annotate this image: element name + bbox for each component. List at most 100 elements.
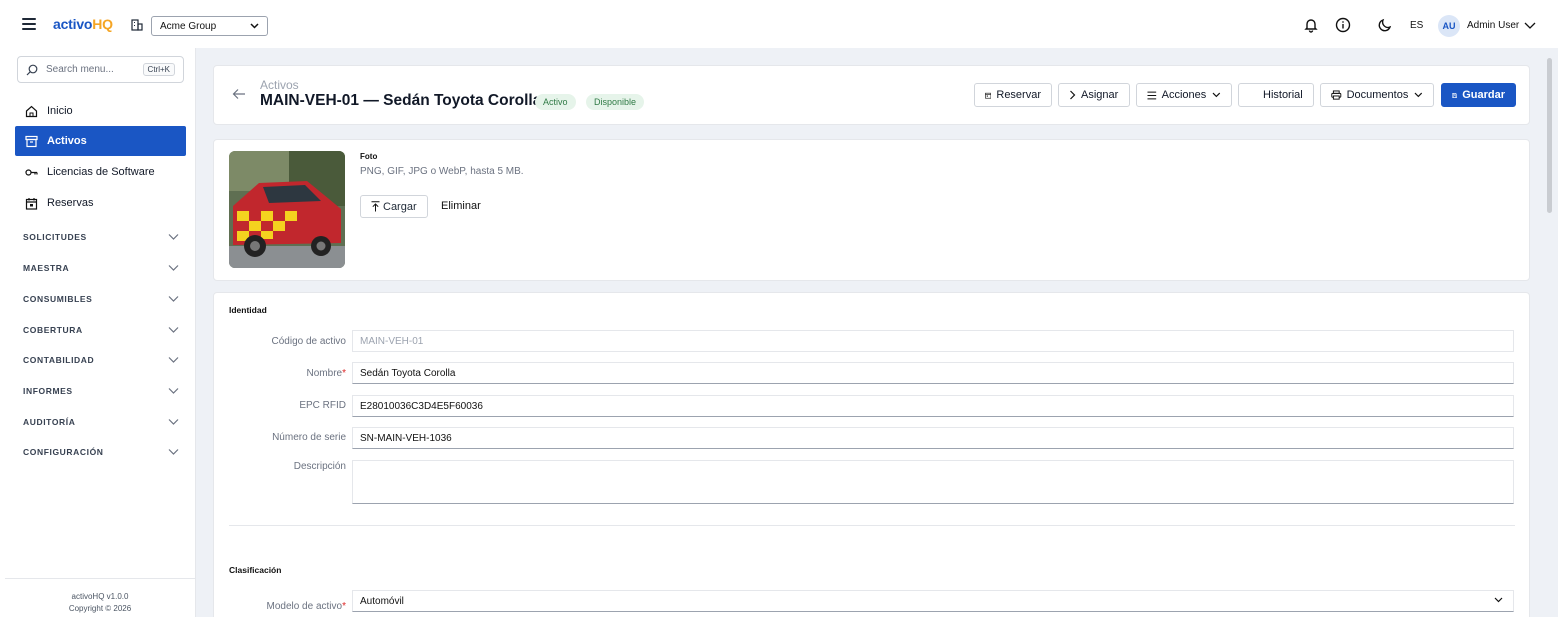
upload-icon [371, 201, 380, 212]
sidebar-section-cobertura[interactable]: COBERTURA [23, 322, 179, 338]
vehicle-photo-image [229, 151, 345, 268]
breadcrumb[interactable]: Activos [260, 78, 299, 92]
photo-hint: PNG, GIF, JPG o WebP, hasta 5 MB. [360, 166, 524, 177]
codigo-activo-field[interactable]: MAIN-VEH-01 [352, 330, 1514, 352]
field-label-text: Descripción [293, 461, 346, 472]
copyright: Copyright © 2026 [68, 604, 132, 613]
asignar-button[interactable]: Asignar [1058, 83, 1130, 107]
button-label: Guardar [1462, 89, 1505, 101]
archive-icon [25, 135, 38, 147]
sidebar-item-activos[interactable]: Activos [15, 126, 186, 156]
chevron-down-icon [168, 449, 179, 455]
scrollbar-track[interactable] [1558, 48, 1568, 617]
sidebar-section-consumibles[interactable]: CONSUMIBLES [23, 291, 179, 307]
chevron-down-icon[interactable] [1524, 20, 1536, 30]
status-badge-activo: Activo [535, 94, 576, 110]
photo-label: Foto [360, 152, 378, 161]
sidebar-item-reservas[interactable]: Reservas [15, 188, 186, 218]
avatar[interactable]: AU [1438, 15, 1460, 37]
section-label: AUDITORÍA [23, 417, 76, 427]
acciones-button[interactable]: Acciones [1136, 83, 1232, 107]
chevron-down-icon [250, 23, 259, 29]
printer-icon [1331, 90, 1342, 100]
sidebar-item-label: Reservas [47, 197, 94, 209]
list-icon [1147, 91, 1157, 99]
menu-toggle-icon[interactable] [22, 18, 36, 30]
section-label: CONFIGURACIÓN [23, 447, 104, 457]
chevron-down-icon [1414, 92, 1423, 98]
info-icon[interactable] [1335, 17, 1351, 33]
chevron-down-icon [168, 296, 179, 302]
section-divider [229, 525, 1515, 526]
upload-button[interactable]: Cargar [360, 195, 428, 218]
field-label-epc: EPC RFID [228, 400, 346, 411]
calendar-icon [25, 197, 38, 210]
chevron-down-icon [168, 388, 179, 394]
sidebar-section-configuracion[interactable]: CONFIGURACIÓN [23, 444, 179, 460]
chevron-right-icon [1070, 90, 1076, 100]
button-label: Asignar [1081, 89, 1119, 101]
guardar-button[interactable]: Guardar [1441, 83, 1516, 107]
field-label-text: Código de activo [271, 336, 347, 347]
moon-icon[interactable] [1377, 17, 1393, 33]
button-label: Reservar [996, 89, 1041, 101]
arrow-left-icon[interactable] [232, 88, 246, 100]
modelo-activo-select[interactable]: Automóvil [352, 590, 1514, 612]
chevron-down-icon [1494, 597, 1503, 603]
scrollbar-thumb[interactable] [1547, 58, 1552, 213]
bell-icon[interactable] [1303, 17, 1319, 33]
organization-select[interactable]: Acme Group [151, 16, 268, 36]
sidebar-section-contabilidad[interactable]: CONTABILIDAD [23, 352, 179, 368]
sidebar-section-maestra[interactable]: MAESTRA [23, 260, 179, 276]
sidebar-section-solicitudes[interactable]: SOLICITUDES [23, 229, 179, 245]
chevron-down-icon [1212, 92, 1221, 98]
section-label: CONSUMIBLES [23, 294, 93, 304]
app-logo[interactable]: activoHQ [53, 16, 113, 32]
section-label: CONTABILIDAD [23, 355, 95, 365]
app-version: activoHQ v1.0.0 [71, 592, 129, 601]
nombre-field[interactable]: Sedán Toyota Corolla [352, 362, 1514, 384]
search-input[interactable]: Search menu... Ctrl+K [17, 56, 184, 83]
epc-rfid-field[interactable]: E28010036C3D4E5F60036 [352, 395, 1514, 417]
historial-button[interactable]: Historial [1238, 83, 1314, 107]
delete-photo-button[interactable]: Eliminar [441, 200, 481, 212]
sidebar-item-inicio[interactable]: Inicio [15, 96, 186, 126]
organization-select-value: Acme Group [160, 20, 217, 32]
sidebar-section-auditoria[interactable]: AUDITORÍA [23, 414, 179, 430]
logo-text-primary: activo [53, 16, 93, 32]
select-value: Automóvil [360, 595, 404, 607]
save-icon [1452, 92, 1457, 98]
sidebar-section-informes[interactable]: INFORMES [23, 383, 179, 399]
field-label-modelo: Modelo de activo* [228, 601, 346, 612]
field-label-nombre: Nombre* [228, 368, 346, 379]
language-switch[interactable]: ES [1410, 20, 1423, 31]
section-title-clasificacion: Clasificación [229, 565, 282, 575]
button-label: Acciones [1161, 89, 1207, 101]
status-badge-disponible: Disponible [586, 94, 645, 110]
field-label-text: Modelo de activo [266, 601, 343, 612]
chevron-down-icon [168, 327, 179, 333]
chevron-down-icon [168, 265, 179, 271]
search-placeholder: Search menu... [46, 64, 114, 75]
page-title: MAIN-VEH-01 — Sedán Toyota Corolla [260, 92, 542, 109]
section-label: INFORMES [23, 386, 73, 396]
button-label: Cargar [383, 200, 417, 213]
field-label-descripcion: Descripción [228, 461, 346, 472]
chevron-down-icon [168, 357, 179, 363]
field-label-text: EPC RFID [299, 400, 346, 411]
numero-serie-field[interactable]: SN-MAIN-VEH-1036 [352, 427, 1514, 449]
section-title-identidad: Identidad [229, 305, 267, 315]
sidebar-item-label: Licencias de Software [47, 166, 155, 178]
section-label: SOLICITUDES [23, 232, 87, 242]
reservar-button[interactable]: Reservar [974, 83, 1052, 107]
documentos-button[interactable]: Documentos [1320, 83, 1434, 107]
home-icon [25, 105, 38, 117]
descripcion-textarea[interactable] [352, 460, 1514, 504]
user-name[interactable]: Admin User [1467, 20, 1519, 31]
logo-text-accent: HQ [92, 16, 113, 32]
chevron-down-icon [168, 234, 179, 240]
button-label: Documentos [1346, 89, 1409, 101]
key-icon [25, 168, 38, 176]
sidebar: Search menu... Ctrl+K Inicio Activos Lic… [0, 48, 196, 617]
sidebar-item-licencias[interactable]: Licencias de Software [15, 157, 186, 187]
